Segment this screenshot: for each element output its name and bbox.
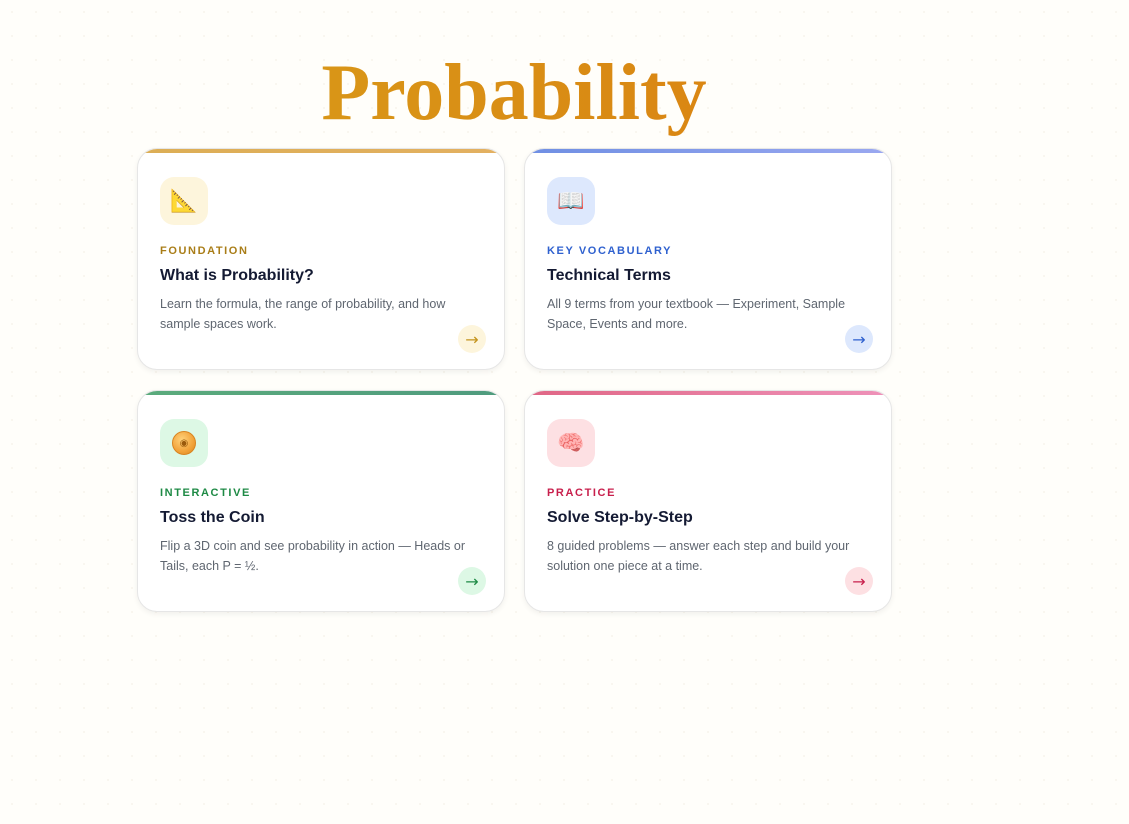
open-book-icon: 📖 [547, 177, 595, 225]
card-title: Toss the Coin [160, 509, 265, 526]
card-eyebrow: PRACTICE [547, 487, 617, 499]
card-eyebrow: KEY VOCABULARY [547, 245, 673, 257]
card-description: 8 guided problems — answer each step and… [547, 539, 850, 573]
page-title: Probability [0, 48, 1028, 138]
card-technical-terms[interactable]: 📖 KEY VOCABULARY Technical Terms All 9 t… [524, 148, 892, 370]
card-accent-bar [138, 149, 504, 153]
arrow-right-icon[interactable]: → [845, 567, 873, 595]
card-description: Learn the formula, the range of probabil… [160, 297, 446, 331]
card-solve-step-by-step[interactable]: 🧠 PRACTICE Solve Step-by-Step 8 guided p… [524, 390, 892, 612]
arrow-right-icon[interactable]: → [458, 567, 486, 595]
arrow-right-icon[interactable]: → [458, 325, 486, 353]
card-title: Technical Terms [547, 267, 671, 284]
card-what-is-probability[interactable]: 📐 FOUNDATION What is Probability? Learn … [137, 148, 505, 370]
card-title: Solve Step-by-Step [547, 509, 693, 526]
card-description: All 9 terms from your textbook — Experim… [547, 297, 846, 331]
card-accent-bar [525, 149, 891, 153]
card-accent-bar [525, 391, 891, 395]
card-eyebrow: INTERACTIVE [160, 487, 251, 499]
arrow-right-icon[interactable]: → [845, 325, 873, 353]
triangular-ruler-icon: 📐 [160, 177, 208, 225]
card-toss-the-coin[interactable]: ◉ INTERACTIVE Toss the Coin Flip a 3D co… [137, 390, 505, 612]
brain-icon: 🧠 [547, 419, 595, 467]
card-eyebrow: FOUNDATION [160, 245, 249, 257]
coin-icon: ◉ [160, 419, 208, 467]
card-title: What is Probability? [160, 267, 314, 284]
card-description: Flip a 3D coin and see probability in ac… [160, 539, 466, 573]
card-accent-bar [138, 391, 504, 395]
coin-face-icon: ◉ [172, 431, 196, 455]
